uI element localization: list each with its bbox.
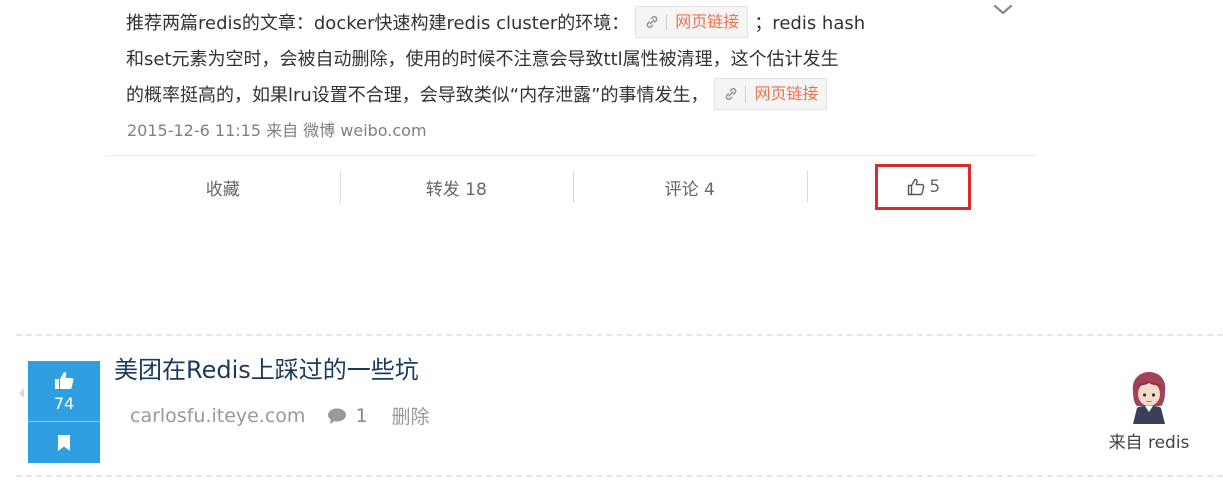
vote-box: 74 <box>28 361 100 463</box>
web-link-label-1: 网页链接 <box>675 12 740 31</box>
upvote-button[interactable]: 74 <box>28 361 100 422</box>
action-bar: 收藏 转发 18 评论 4 5 <box>106 164 1041 210</box>
post-text-line1: 推荐两篇redis的文章：docker快速构建redis cluster的环境： <box>126 13 630 34</box>
comment-bubble-icon[interactable] <box>327 407 347 425</box>
thumbs-up-icon <box>908 178 925 196</box>
web-link-label-2: 网页链接 <box>754 84 819 103</box>
row-marker-icon <box>19 388 24 398</box>
chevron-down-icon[interactable] <box>992 2 1014 18</box>
repost-label: 转发 18 <box>425 179 487 200</box>
thumbs-up-icon <box>55 371 74 389</box>
link-icon <box>726 87 737 101</box>
article-title[interactable]: 美团在Redis上踩过的一些坑 <box>114 350 419 385</box>
like-count: 5 <box>929 177 941 197</box>
post-text-line2: 和set元素为空时，会被自动删除，使用的时候不注意会导致ttl属性被清理，这个估… <box>126 49 839 70</box>
row-divider-top <box>16 334 1223 336</box>
favorite-label: 收藏 <box>205 179 240 200</box>
article-comment-count[interactable]: 1 <box>355 405 367 427</box>
page-root: 推荐两篇redis的文章：docker快速构建redis cluster的环境：… <box>0 0 1223 486</box>
post-text-line3: 的概率挺高的，如果lru设置不合理，会导致类似“内存泄露”的事情发生， <box>126 85 709 106</box>
chip-separator <box>666 14 668 30</box>
web-link-chip-2[interactable]: 网页链接 <box>714 78 828 110</box>
article-domain[interactable]: carlosfu.iteye.com <box>130 405 305 427</box>
article-meta: carlosfu.iteye.com 1 删除 <box>130 402 430 429</box>
link-icon <box>646 15 658 29</box>
avatar-image[interactable] <box>1125 370 1173 424</box>
bookmark-icon <box>58 434 70 451</box>
comment-label: 评论 4 <box>664 179 715 200</box>
card-divider <box>106 155 1036 156</box>
source-label: 来自 redis <box>1108 433 1190 453</box>
favorite-button[interactable]: 收藏 <box>106 166 340 208</box>
comment-button[interactable]: 评论 4 <box>573 166 807 208</box>
like-action: 5 <box>806 164 1041 210</box>
post-meta: 2015-12-6 11:15 来自 微博 weibo.com <box>127 121 427 140</box>
vote-count: 74 <box>53 393 75 413</box>
source-block: 来自 redis <box>1094 370 1204 453</box>
repost-button[interactable]: 转发 18 <box>339 166 574 208</box>
delete-link[interactable]: 删除 <box>392 402 430 429</box>
chip-separator <box>745 86 747 102</box>
bookmark-button[interactable] <box>28 422 100 463</box>
like-button[interactable]: 5 <box>875 164 972 210</box>
web-link-chip-1[interactable]: 网页链接 <box>635 6 749 38</box>
post-text-line1-tail: ；redis hash <box>754 13 866 34</box>
post-text: 推荐两篇redis的文章：docker快速构建redis cluster的环境：… <box>126 6 996 114</box>
row-divider-bottom <box>16 475 1223 477</box>
